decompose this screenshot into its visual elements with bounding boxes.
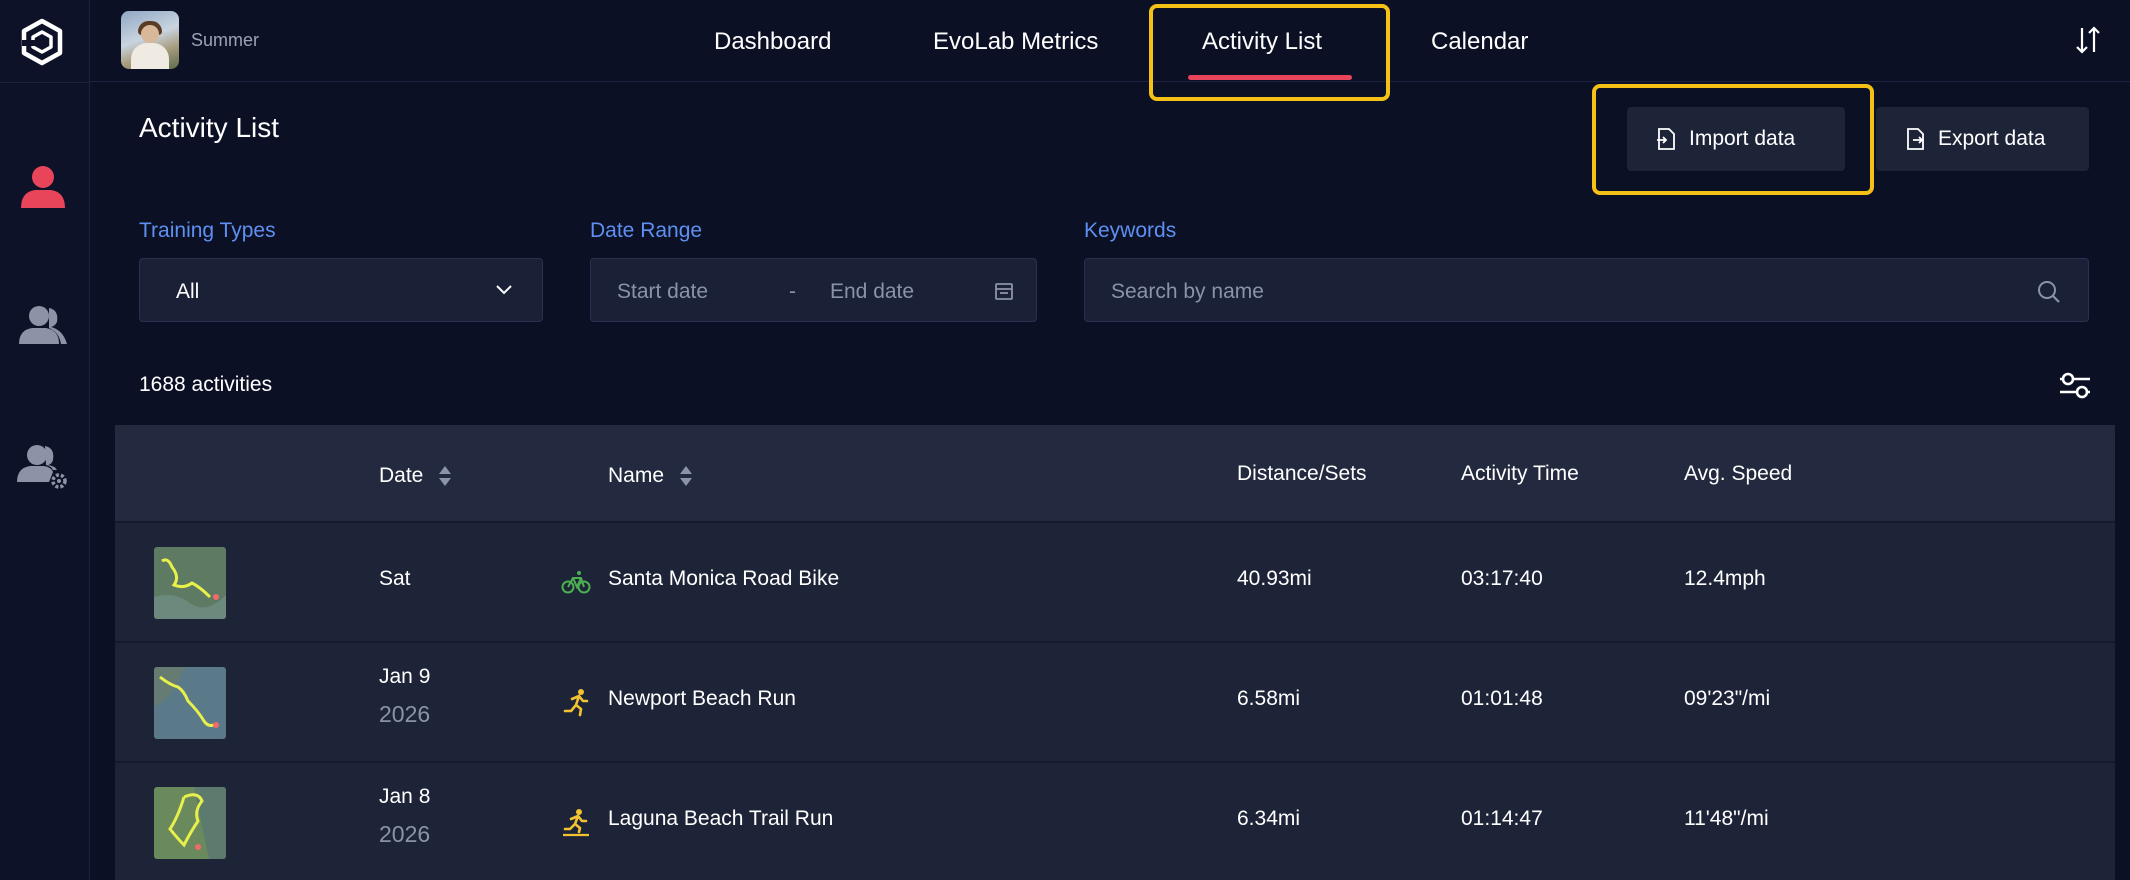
speed-column-header: Avg. Speed [1684,462,1793,485]
activity-distance: 6.34mi [1237,807,1301,830]
activity-table: Date Name Distance/Sets Activity Time Av… [115,425,2115,880]
name-column-header[interactable]: Name [608,462,694,490]
sort-arrows-icon[interactable] [437,462,453,490]
activity-year: 2026 [379,821,431,847]
user-name: Summer [191,30,260,50]
chevron-down-icon [496,285,512,295]
app-logo-icon[interactable] [20,18,64,66]
sidebar-profile-icon[interactable] [15,160,71,216]
activity-time: 03:17:40 [1461,567,1543,590]
keywords-label: Keywords [1084,219,1177,242]
search-input[interactable]: Search by name [1111,280,1264,304]
date-header-label: Date [379,464,424,487]
time-column-header: Activity Time [1461,462,1579,485]
tab-dashboard[interactable]: Dashboard [714,22,831,62]
activity-distance: 6.58mi [1237,687,1301,710]
tab-activity-list[interactable]: Activity List [1202,22,1322,62]
activity-name[interactable]: Laguna Beach Trail Run [608,807,833,831]
end-date-input[interactable]: End date [830,280,914,304]
training-types-select[interactable]: All [139,258,543,322]
run-icon [563,689,589,717]
activity-name[interactable]: Santa Monica Road Bike [608,567,839,591]
table-row[interactable]: Jan 8 2026 Laguna Beach Trail Run 6.34mi… [115,761,2115,880]
training-types-label: Training Types [139,219,276,242]
activity-speed: 09'23"/mi [1684,687,1771,710]
activity-speed: 12.4mph [1684,567,1766,590]
activity-date: Jan 9 [379,665,431,688]
column-settings-icon[interactable] [2058,370,2092,400]
calendar-icon[interactable] [994,281,1014,301]
sidebar-group-settings-icon[interactable] [15,438,71,494]
name-header-label: Name [608,464,665,487]
active-tab-indicator [1188,75,1352,80]
route-map-thumbnail [154,547,226,619]
distance-column-header: Distance/Sets [1237,462,1367,485]
table-header: Date Name Distance/Sets Activity Time Av… [115,425,2115,521]
sort-arrows-icon[interactable] [678,462,694,490]
activity-time: 01:01:48 [1461,687,1543,710]
bike-icon [561,571,591,594]
import-file-icon [1657,128,1675,150]
user-avatar[interactable] [121,11,179,69]
date-column-header[interactable]: Date [379,462,453,490]
route-map-thumbnail [154,787,226,859]
sidebar-divider [0,82,90,83]
table-row[interactable]: Sat Santa Monica Road Bike 40.93mi 03:17… [115,521,2115,641]
import-data-label: Import data [1689,127,1796,150]
import-data-button[interactable]: Import data [1627,107,1845,171]
top-navigation-bar: Summer [90,0,2130,82]
activity-count: 1688 activities [139,373,273,396]
date-range-label: Date Range [590,219,703,242]
activity-date: Jan 8 [379,785,431,808]
table-row[interactable]: Jan 9 2026 Newport Beach Run 6.58mi 01:0… [115,641,2115,761]
activity-distance: 40.93mi [1237,567,1312,590]
activity-time: 01:14:47 [1461,807,1543,830]
search-icon[interactable] [2036,279,2062,305]
sort-toggle-icon[interactable] [2074,24,2102,56]
tab-calendar[interactable]: Calendar [1431,22,1528,62]
activity-date: Sat [379,567,411,590]
date-separator: - [789,280,796,303]
export-data-label: Export data [1938,127,2046,150]
keyword-search-field[interactable]: Search by name [1084,258,2089,322]
activity-year: 2026 [379,701,431,727]
page-title: Activity List [139,112,280,143]
activity-name[interactable]: Newport Beach Run [608,687,796,711]
training-types-value: All [176,280,200,303]
trail-run-icon [563,809,589,837]
export-file-icon [1907,128,1924,150]
tab-evolab-metrics[interactable]: EvoLab Metrics [933,22,1098,62]
route-map-thumbnail [154,667,226,739]
start-date-input[interactable]: Start date [617,280,708,304]
date-range-picker[interactable]: Start date - End date [590,258,1037,322]
export-data-button[interactable]: Export data [1876,107,2089,171]
sidebar [0,0,90,880]
activity-speed: 11'48"/mi [1684,807,1769,830]
sidebar-friends-icon[interactable] [15,298,71,354]
